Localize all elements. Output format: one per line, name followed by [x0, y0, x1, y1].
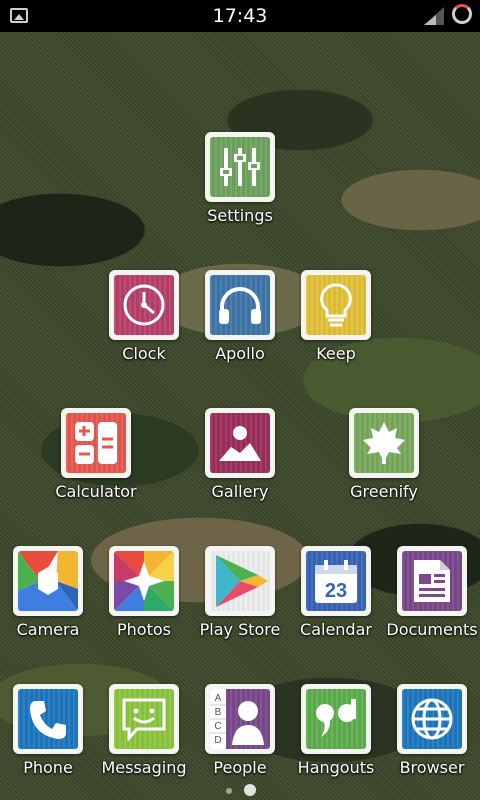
- app-label-clock: Clock: [122, 344, 166, 363]
- app-calendar[interactable]: 23 Calendar: [288, 546, 384, 664]
- settings-icon: [210, 137, 270, 197]
- hangouts-icon: [306, 689, 366, 749]
- camera-icon: [18, 551, 78, 611]
- app-clock[interactable]: Clock: [96, 270, 192, 388]
- app-messaging[interactable]: Messaging: [96, 684, 192, 800]
- app-browser[interactable]: Browser: [384, 684, 480, 800]
- app-label-play-store: Play Store: [199, 620, 281, 639]
- status-bar: 17:43: [0, 0, 480, 32]
- messaging-icon: [114, 689, 174, 749]
- app-label-camera: Camera: [16, 620, 80, 639]
- app-play-store[interactable]: Play Store: [192, 546, 288, 664]
- app-calculator[interactable]: Calculator: [48, 408, 144, 526]
- people-letter-d: D: [214, 735, 221, 746]
- app-label-people: People: [213, 758, 267, 777]
- headphones-icon: [210, 275, 270, 335]
- app-settings[interactable]: Settings: [192, 132, 288, 250]
- sync-icon: [452, 4, 472, 24]
- play-store-icon: [210, 551, 270, 611]
- app-label-photos: Photos: [117, 620, 171, 639]
- app-documents[interactable]: Documents: [384, 546, 480, 664]
- app-label-browser: Browser: [399, 758, 465, 777]
- clock-icon: [114, 275, 174, 335]
- document-icon: [402, 551, 462, 611]
- app-apollo[interactable]: Apollo: [192, 270, 288, 388]
- app-label-settings: Settings: [207, 206, 273, 225]
- app-label-keep: Keep: [316, 344, 356, 363]
- app-keep[interactable]: Keep: [288, 270, 384, 388]
- app-phone[interactable]: Phone: [0, 684, 96, 800]
- app-label-hangouts: Hangouts: [297, 758, 375, 777]
- app-label-calendar: Calendar: [300, 620, 372, 639]
- page-indicator[interactable]: [226, 784, 266, 798]
- status-time: 17:43: [212, 5, 268, 27]
- app-label-greenify: Greenify: [350, 482, 418, 501]
- calendar-day-number: 23: [325, 580, 347, 602]
- signal-icon: [424, 7, 444, 25]
- people-icon: A B C D: [210, 689, 270, 749]
- app-gallery[interactable]: Gallery: [192, 408, 288, 526]
- app-label-messaging: Messaging: [101, 758, 187, 777]
- phone-icon: [18, 689, 78, 749]
- app-people[interactable]: A B C D People: [192, 684, 288, 800]
- app-greenify[interactable]: Greenify: [336, 408, 432, 526]
- globe-icon: [402, 689, 462, 749]
- leaf-icon: [354, 413, 414, 473]
- app-photos[interactable]: Photos: [96, 546, 192, 664]
- app-label-apollo: Apollo: [215, 344, 265, 363]
- app-label-documents: Documents: [386, 620, 478, 639]
- page-dot-2-current[interactable]: [244, 784, 256, 796]
- gallery-icon: [210, 413, 270, 473]
- lightbulb-icon: [306, 275, 366, 335]
- app-camera[interactable]: Camera: [0, 546, 96, 664]
- photos-icon: [114, 551, 174, 611]
- page-dot-1[interactable]: [226, 788, 232, 794]
- app-label-gallery: Gallery: [211, 482, 269, 501]
- app-label-phone: Phone: [23, 758, 73, 777]
- people-letter-b: B: [215, 707, 222, 718]
- calculator-icon: [66, 413, 126, 473]
- people-letter-a: A: [215, 693, 222, 704]
- people-letter-c: C: [214, 721, 221, 732]
- app-hangouts[interactable]: Hangouts: [288, 684, 384, 800]
- calendar-icon: 23: [306, 551, 366, 611]
- app-label-calculator: Calculator: [55, 482, 137, 501]
